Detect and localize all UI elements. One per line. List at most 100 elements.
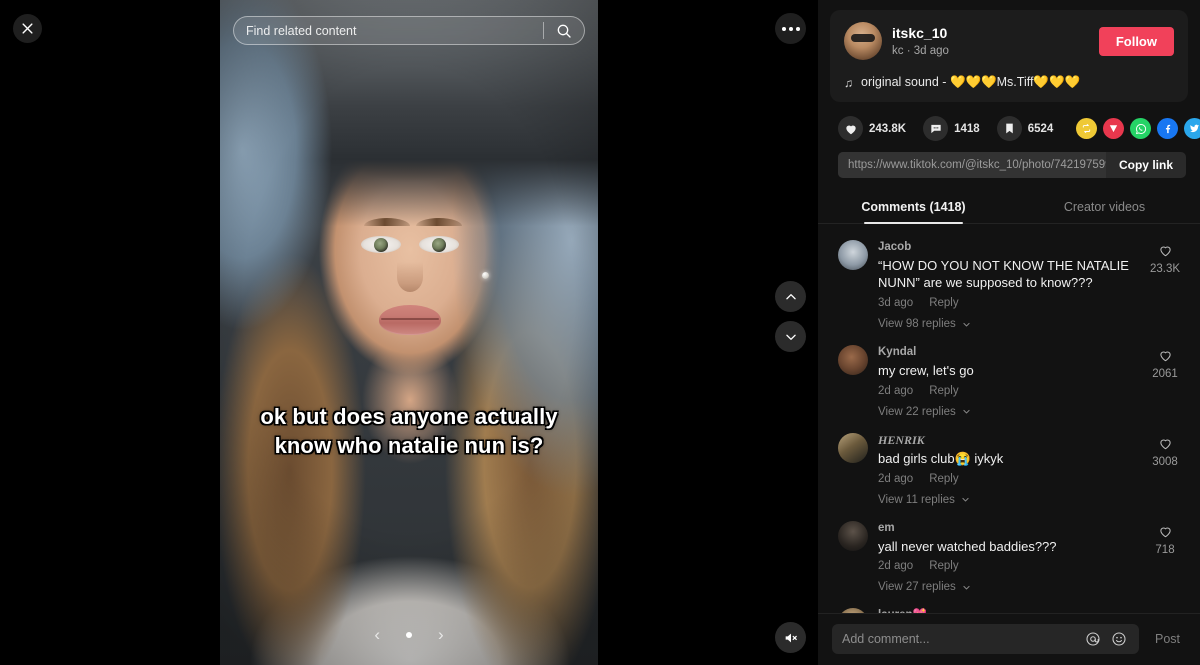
tiktok-photo-modal: ok but does anyone actually know who nat… xyxy=(0,0,1200,665)
commenter-name[interactable]: HENRIK xyxy=(878,433,1144,449)
comment-input[interactable] xyxy=(842,632,1077,646)
like-button[interactable] xyxy=(838,116,863,141)
author-subline: kc · 3d ago xyxy=(892,44,949,57)
details-panel: itskc_10 kc · 3d ago Follow ♫ original s… xyxy=(818,0,1200,665)
view-replies-button[interactable]: View 22 replies xyxy=(878,406,1144,418)
comment-like-button[interactable]: 718 xyxy=(1144,521,1186,593)
comment-like-count: 3008 xyxy=(1152,455,1178,468)
sound-row[interactable]: ♫ original sound - 💛💛💛Ms.Tiff💛💛💛 xyxy=(844,75,1174,90)
more-options-button[interactable] xyxy=(775,13,806,44)
commenter-avatar[interactable] xyxy=(838,520,868,551)
comment-timestamp: 2d ago xyxy=(878,384,914,397)
commenter-avatar[interactable] xyxy=(838,432,868,463)
carousel-nav: ‹ › xyxy=(220,626,598,643)
comment-like-count: 23.3K xyxy=(1149,263,1181,275)
chevron-down-icon xyxy=(962,498,969,502)
view-replies-label: View 22 replies xyxy=(878,405,956,418)
commenter-name[interactable]: Jacob xyxy=(878,240,1144,255)
twitter-glyph-icon xyxy=(1190,124,1200,133)
bookmark-button[interactable] xyxy=(996,116,1022,141)
share-link-row: https://www.tiktok.com/@itskc_10/photo/7… xyxy=(838,152,1186,178)
facebook-icon[interactable] xyxy=(1157,118,1179,139)
commenter-name[interactable]: Kyndal xyxy=(878,345,1144,360)
tab-comments[interactable]: Comments (1418) xyxy=(818,190,1009,224)
previous-post-button[interactable] xyxy=(775,281,806,312)
view-replies-button[interactable]: View 27 replies xyxy=(878,581,1144,593)
sound-title[interactable]: original sound - 💛💛💛Ms.Tiff💛💛💛 xyxy=(861,75,1080,90)
comment-like-button[interactable]: 23.3K xyxy=(1144,240,1186,330)
author-card: itskc_10 kc · 3d ago Follow ♫ original s… xyxy=(830,10,1188,102)
whatsapp-icon[interactable] xyxy=(1130,118,1152,139)
comment-input-wrapper[interactable] xyxy=(832,624,1139,654)
comment-like-count: 718 xyxy=(1155,543,1175,556)
mention-icon[interactable] xyxy=(1083,629,1103,649)
engagement-bar: 243.8K 1418 6524 xyxy=(818,102,1200,141)
carousel-dot-0[interactable] xyxy=(406,631,412,638)
carousel-next-button[interactable]: › xyxy=(438,626,444,643)
at-sign-icon xyxy=(1086,632,1100,646)
bookmark-stat: 6524 xyxy=(996,116,1053,141)
comment-like-button[interactable]: 3008 xyxy=(1144,433,1186,506)
comment-stat: 1418 xyxy=(923,116,980,141)
comment-reply-button[interactable]: Reply xyxy=(929,473,958,485)
music-note-icon: ♫ xyxy=(844,75,853,90)
more-dot-2 xyxy=(788,26,793,31)
comment-reply-button[interactable]: Reply xyxy=(929,560,958,572)
comment-like-count: 2061 xyxy=(1152,368,1178,381)
heart-outline-icon xyxy=(1159,351,1171,362)
comments-list[interactable]: Jacob “HOW DO YOU NOT KNOW THE NATALIE N… xyxy=(818,224,1200,613)
comment-body: Kyndal my crew, let's go 2d ago Reply Vi… xyxy=(878,345,1144,417)
comment-composer: Post xyxy=(818,613,1200,665)
related-search-bar[interactable] xyxy=(233,16,585,45)
view-replies-label: View 98 replies xyxy=(878,318,956,331)
comment-body: Jacob “HOW DO YOU NOT KNOW THE NATALIE N… xyxy=(878,240,1144,330)
commenter-avatar[interactable] xyxy=(838,345,868,376)
commenter-name[interactable]: em xyxy=(878,521,1144,536)
comment-bubble-icon xyxy=(930,124,941,133)
search-button[interactable] xyxy=(544,17,584,44)
comment-count: 1418 xyxy=(954,122,980,135)
repost-icon[interactable] xyxy=(1076,118,1098,139)
more-dot-3 xyxy=(795,26,800,31)
post-url-text[interactable]: https://www.tiktok.com/@itskc_10/photo/7… xyxy=(838,152,1106,178)
comment-reply-button[interactable]: Reply xyxy=(929,385,958,397)
close-icon xyxy=(22,23,33,34)
mute-toggle-button[interactable] xyxy=(775,622,806,653)
comment-like-button[interactable]: 2061 xyxy=(1144,345,1186,417)
pinterest-icon[interactable] xyxy=(1103,118,1125,139)
view-replies-label: View 11 replies xyxy=(878,493,955,506)
bookmark-icon xyxy=(1005,123,1013,134)
whatsapp-glyph-icon xyxy=(1135,123,1146,134)
author-avatar[interactable] xyxy=(844,22,882,60)
comment-button[interactable] xyxy=(923,116,949,141)
more-dot-1 xyxy=(781,26,786,31)
emoji-picker-icon[interactable] xyxy=(1109,629,1129,649)
comment-text: my crew, let's go xyxy=(878,362,974,378)
comment-meta: 2d ago Reply xyxy=(878,385,1144,397)
commenter-avatar[interactable] xyxy=(838,240,868,270)
search-input[interactable] xyxy=(234,23,543,38)
author-username[interactable]: itskc_10 xyxy=(892,25,1099,43)
carousel-prev-button[interactable]: ‹ xyxy=(374,626,380,643)
tab-creator-videos[interactable]: Creator videos xyxy=(1009,190,1200,223)
post-comment-button[interactable]: Post xyxy=(1147,632,1188,646)
comment-item: em yall never watched baddies??? 2d ago … xyxy=(838,513,1186,600)
view-replies-button[interactable]: View 11 replies xyxy=(878,494,1144,506)
twitter-icon[interactable] xyxy=(1184,118,1200,139)
view-replies-button[interactable]: View 98 replies xyxy=(878,318,1144,330)
copy-link-button[interactable]: Copy link xyxy=(1106,152,1186,178)
comment-item: Kyndal my crew, let's go 2d ago Reply Vi… xyxy=(838,337,1186,424)
comment-text: “HOW DO YOU NOT KNOW THE NATALIE NUNN” a… xyxy=(878,257,1129,291)
heart-icon xyxy=(845,125,856,134)
close-button[interactable] xyxy=(13,14,42,43)
comment-reply-button[interactable]: Reply xyxy=(929,297,958,309)
next-post-button[interactable] xyxy=(775,321,806,352)
follow-button[interactable]: Follow xyxy=(1098,26,1174,56)
chevron-down-icon xyxy=(963,409,970,414)
photo-stage[interactable]: ok but does anyone actually know who nat… xyxy=(220,0,598,665)
comment-text: bad girls club😭 iykyk xyxy=(878,451,1004,467)
comment-timestamp: 2d ago xyxy=(878,472,914,485)
photo-vignette xyxy=(220,0,598,665)
search-icon xyxy=(557,24,571,38)
facebook-glyph-icon xyxy=(1166,124,1171,134)
